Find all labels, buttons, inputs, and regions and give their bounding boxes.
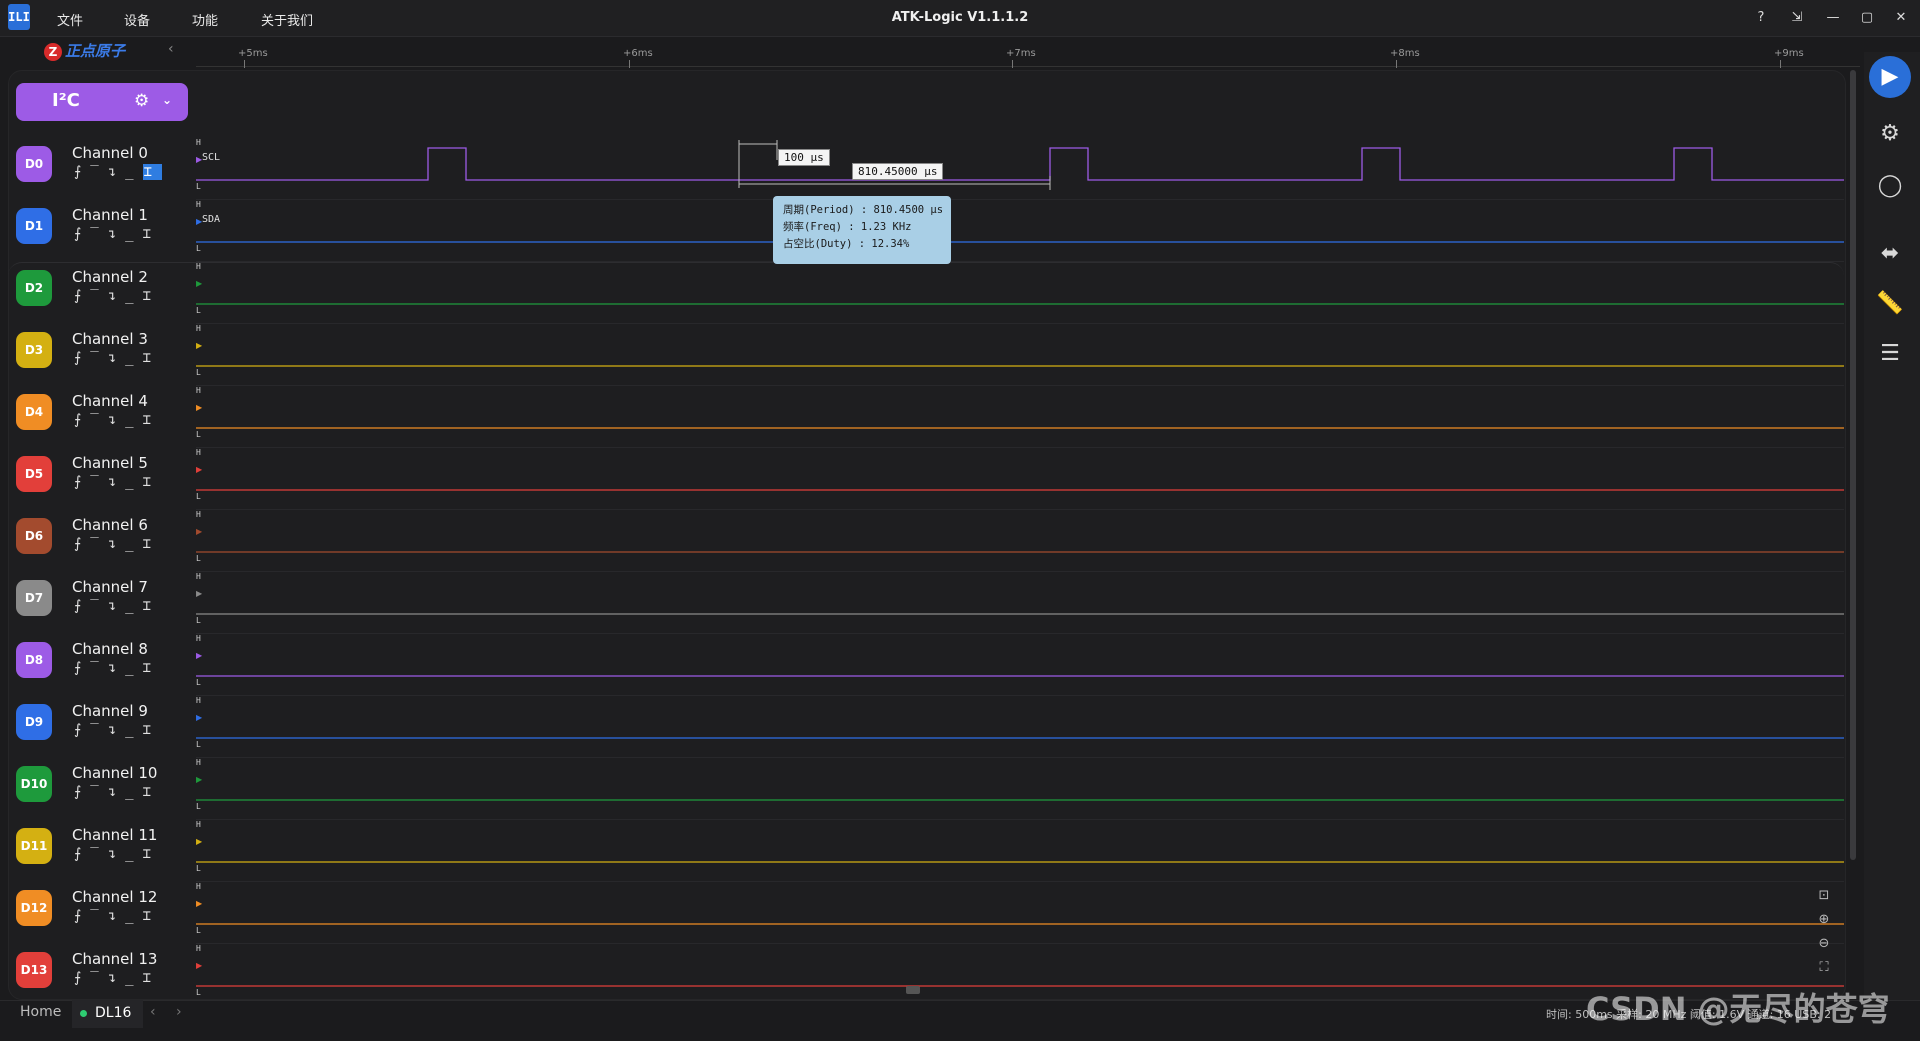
search-list-icon[interactable]: ☰ [1872,336,1908,372]
period-span-label: 810.45000 µs [852,163,944,180]
tooltip-freq: 频率(Freq) : 1.23 KHz [783,221,912,233]
waveform-canvas[interactable] [0,0,1920,1000]
fit-screen-icon[interactable]: ⛶ [1814,958,1834,978]
tab-home[interactable]: Home [20,1004,61,1020]
pulse-width-label: 100 µs [778,149,830,166]
trigger-icon[interactable]: ◯ [1872,168,1908,204]
tab-device-dl16[interactable]: DL16 [72,1000,144,1028]
zoom-reset-icon[interactable]: ⊡ [1814,886,1834,906]
ruler-measure-icon[interactable]: 📏 [1872,286,1908,322]
tab-navigation-arrows[interactable]: ‹ › [150,1004,190,1020]
zoom-out-icon[interactable]: ⊖ [1814,934,1834,954]
connected-status-icon [80,1009,87,1017]
measurement-tooltip: 周期(Period) : 810.4500 µs 频率(Freq) : 1.23… [773,196,951,264]
vertical-scrollbar[interactable] [1850,70,1856,860]
zoom-in-icon[interactable]: ⊕ [1814,910,1834,930]
tooltip-duty: 占空比(Duty) : 12.34% [783,238,910,250]
watermark-text: CSDN @无尽的苍穹 [1586,990,1890,1028]
protocol-decode-icon[interactable]: ⬌ [1872,236,1908,272]
horizontal-scroll-thumb[interactable] [906,986,920,994]
tab-device-label: DL16 [95,1005,132,1021]
settings-gear-icon[interactable]: ⚙ [1872,116,1908,152]
waveform-trace [196,147,1844,181]
run-play-icon[interactable]: ▶ [1869,56,1911,98]
tooltip-period: 周期(Period) : 810.4500 µs [783,204,944,216]
